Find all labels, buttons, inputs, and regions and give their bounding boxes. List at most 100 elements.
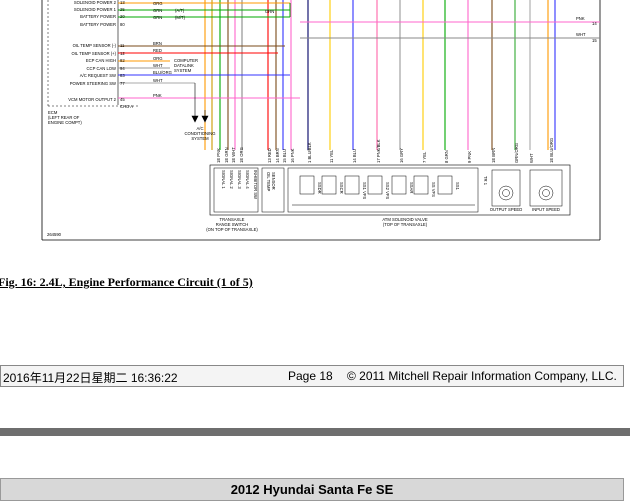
oil-temp-label: OIL TEMP bbox=[266, 172, 271, 192]
figure-id: 264590 bbox=[47, 232, 62, 237]
pin-label-8: CCP CAN LOW bbox=[87, 66, 117, 71]
wire-color-label: PNK bbox=[153, 93, 162, 98]
signal-label: INHIBITOR SW bbox=[253, 170, 258, 199]
bottom-wire-label: 15 BLU bbox=[282, 149, 287, 163]
range-switch-caption: (ON TOP OF TRANSAXLE) bbox=[206, 227, 258, 232]
ac-label: SYSTEM bbox=[191, 136, 209, 141]
wire-color-label: WHT bbox=[576, 32, 586, 37]
solenoid-name: SS VFS bbox=[431, 182, 436, 197]
signal-label: SIGNAL 1 bbox=[221, 170, 226, 189]
pin-number: 11 bbox=[120, 43, 125, 48]
solenoid-names: SSDR SSCR SS1 VFS SS2 VFS SSAR SS VFS SS… bbox=[317, 176, 488, 199]
bottom-wire-label: 1E BLU/ORG bbox=[549, 138, 554, 163]
pin-number: 14 bbox=[592, 21, 597, 26]
wire-color-label: GRN bbox=[153, 8, 162, 13]
wire-color-label: BLU/ORG bbox=[153, 70, 172, 75]
pin-label-1: SOLENOID POWER 2 bbox=[74, 0, 117, 5]
pin-number: 25 bbox=[120, 7, 125, 12]
pin-number: 45 bbox=[120, 97, 125, 102]
pin-labels: SOLENOID POWER 2 SOLENOID POWER 1 BATTER… bbox=[68, 0, 116, 102]
pin-label-6: OIL TEMP SENSOR (+) bbox=[72, 51, 117, 56]
ac-arrows bbox=[191, 83, 209, 123]
connector-label: CHG A bbox=[120, 104, 133, 109]
output-speed-label: OUTPUT SPEED bbox=[490, 207, 523, 212]
solenoid-valve-box bbox=[287, 167, 479, 213]
pin-label-2: SOLENOID POWER 1 bbox=[74, 7, 117, 12]
pin-number: 80 bbox=[120, 22, 125, 27]
pin-label-10: POWER STEERING SW bbox=[70, 81, 116, 86]
tr-label: TR 1 bbox=[483, 176, 488, 186]
pin-label-9: A/C REQUEST SW bbox=[80, 73, 116, 78]
pin-label-5: OIL TEMP SENSOR (-) bbox=[73, 43, 117, 48]
bottom-wire-label: 1E GRN bbox=[224, 147, 229, 163]
bottom-wire-label: 1E ORG bbox=[239, 147, 244, 163]
wire-note: (M/T) bbox=[175, 15, 186, 20]
wire-color-label: RED bbox=[153, 48, 162, 53]
pin-label-4: BATTERY POWER bbox=[80, 22, 116, 27]
bottom-wire-label: 1E PNK bbox=[216, 148, 221, 163]
footer-date: 2016年11月22日星期二 16:36:22 bbox=[3, 371, 178, 385]
solenoid-name: SSDR bbox=[317, 182, 322, 194]
input-speed-label: INPUT SPEED bbox=[532, 207, 560, 212]
signal-label: SIGNAL 2 bbox=[229, 170, 234, 189]
range-switch-box bbox=[213, 167, 259, 213]
solenoid-valve-caption: (TOP OF TRANSAXLE) bbox=[383, 222, 428, 227]
wire-color-label: GRN bbox=[153, 15, 162, 20]
ecm-note: ENGINE COMPT) bbox=[48, 120, 82, 125]
bottom-wire-label: 1E BRN bbox=[491, 148, 496, 163]
bottom-wire-label: 13 RED bbox=[267, 148, 272, 163]
wire-color-label: ORG bbox=[153, 56, 163, 61]
pin-numbers: 13 25 20 80 11 12 82 94 83 77 45 bbox=[120, 0, 125, 102]
solenoid-name: SS2 VFS bbox=[385, 182, 390, 199]
wire-color-label: ORG bbox=[153, 1, 163, 6]
pin-number: 77 bbox=[120, 81, 125, 86]
wire-color-label: GRN bbox=[265, 9, 274, 14]
bottom-wire-label: 14 BRN bbox=[275, 148, 280, 163]
solenoid-name: SS1 VFS bbox=[362, 182, 367, 199]
speed-sensors bbox=[491, 169, 563, 207]
computer-label: SYSTEM bbox=[174, 68, 192, 73]
range-switch-signals: SIGNAL 1 SIGNAL 2 SIGNAL 3 SIGNAL 4 INHI… bbox=[221, 170, 258, 199]
bottom-wire-label: 16 PNK bbox=[290, 148, 295, 163]
pin-number: 20 bbox=[120, 14, 125, 19]
pin-label-11: VCM MOTOR OUTPUT 2 bbox=[68, 97, 116, 102]
bottom-wire-label: 16 GRY bbox=[399, 148, 404, 163]
pin-number: 15 bbox=[592, 38, 597, 43]
pin-number: 13 bbox=[120, 0, 125, 5]
wire-color-label: WHT bbox=[153, 78, 163, 83]
wire-color-label: BRN bbox=[153, 41, 162, 46]
page-footer: 2016年11月22日星期二 16:36:22 Page 18 © 2011 M… bbox=[0, 365, 624, 387]
figure-caption: Fig. 16: 2.4L, Engine Performance Circui… bbox=[0, 275, 253, 289]
bottom-wire-label: 9 PNK bbox=[467, 151, 472, 163]
bottom-wire-label: 1E WHT bbox=[231, 147, 236, 163]
bottom-wire-label: 17 PNK/BLK bbox=[376, 139, 381, 163]
pin-label-3: BATTERY POWER bbox=[80, 14, 116, 19]
page-separator bbox=[0, 428, 630, 436]
vehicle-title: 2012 Hyundai Santa Fe SE bbox=[0, 478, 624, 501]
bottom-wire-label: 14 BLU bbox=[352, 149, 357, 163]
pin-number: 83 bbox=[120, 73, 125, 78]
bottom-wire-label: GRN/ORG bbox=[514, 143, 519, 163]
bottom-wire-labels: 1E PNK 1E GRN 1E WHT 1E ORG 13 RED 14 BR… bbox=[216, 138, 554, 163]
oil-temp-label: SENSOR bbox=[271, 172, 276, 190]
wiring-diagram: SOLENOID POWER 2 SOLENOID POWER 1 BATTER… bbox=[0, 0, 630, 245]
solenoid-name: SS1 bbox=[455, 182, 460, 191]
wiring-diagram-svg: SOLENOID POWER 2 SOLENOID POWER 1 BATTER… bbox=[41, 0, 601, 241]
pin-number: 12 bbox=[120, 51, 125, 56]
pin-number: 82 bbox=[120, 58, 125, 63]
pin-label-7: ECP CAN HIGH bbox=[86, 58, 116, 63]
footer-copyright: © 2011 Mitchell Repair Information Compa… bbox=[347, 369, 617, 383]
solenoid-name: SSCR bbox=[339, 182, 344, 194]
signal-label: SIGNAL 4 bbox=[245, 170, 250, 189]
bottom-wire-label: 1 BLU/BLK bbox=[307, 142, 312, 163]
bottom-wire-label: 8 GRN bbox=[444, 150, 449, 163]
footer-page-number: Page 18 bbox=[288, 369, 333, 383]
solenoid-name: SSAR bbox=[409, 182, 414, 193]
bottom-wire-label: 11 YEL bbox=[329, 149, 334, 163]
bottom-wire-label: WHT bbox=[529, 153, 534, 163]
signal-label: SIGNAL 3 bbox=[237, 170, 242, 189]
wire-color-label: WHT bbox=[153, 63, 163, 68]
wire-note: (A/T) bbox=[175, 8, 185, 13]
pin-number: 94 bbox=[120, 66, 125, 71]
wire-color-label: PNK bbox=[576, 16, 585, 21]
